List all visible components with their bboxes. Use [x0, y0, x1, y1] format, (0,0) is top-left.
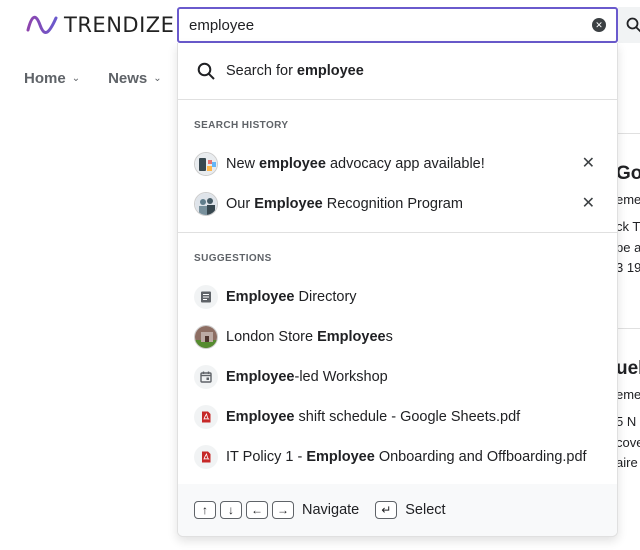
nav-item-home[interactable]: Home ⌄ — [24, 70, 80, 87]
suggestion-text-highlight: Employee — [226, 409, 295, 425]
suggestion-item[interactable]: Employee shift schedule - Google Sheets.… — [178, 397, 617, 437]
arrow-right-key-icon: → — [272, 501, 294, 519]
pdf-icon — [194, 405, 218, 429]
history-text-pre: New — [226, 156, 260, 172]
search-icon — [194, 59, 218, 83]
history-text-pre: Our — [226, 196, 255, 212]
search-for-prefix: Search for — [226, 63, 297, 79]
arrow-down-key-icon: ↓ — [220, 501, 242, 519]
nav-item-label: News — [108, 70, 148, 87]
chevron-down-icon: ⌄ — [71, 73, 81, 84]
suggestion-text-pre: IT Policy 1 - — [226, 449, 307, 465]
divider — [178, 99, 617, 100]
search-input[interactable] — [189, 16, 592, 34]
suggestion-text-post: Directory — [294, 289, 357, 305]
select-hint-label: Select — [405, 502, 446, 518]
suggestion-item[interactable]: Employee -led Workshop — [178, 357, 617, 397]
chevron-down-icon: ⌄ — [153, 73, 162, 84]
brand-logo[interactable]: TRENDIZE — [26, 11, 174, 39]
suggestion-text-post: Onboarding and Offboarding.pdf — [374, 449, 587, 465]
suggestion-text-post: -led Workshop — [294, 369, 388, 385]
avatar — [194, 152, 218, 176]
arrow-up-key-icon: ↑ — [194, 501, 216, 519]
nav-item-news[interactable]: News ⌄ — [108, 70, 162, 87]
article-text: eme — [616, 387, 640, 402]
history-item[interactable]: Our Employee Recognition Program ✕ — [178, 184, 617, 224]
navigate-hint-label: Navigate — [302, 502, 360, 518]
suggestion-text-highlight: Employee — [226, 369, 295, 385]
suggestion-text-highlight: Employee — [226, 289, 295, 305]
divider — [178, 232, 617, 233]
search-suggestions-dropdown: Search for employee SEARCH HISTORY New e… — [177, 43, 618, 537]
keyboard-hints-footer: ↑ ↓ ← → Navigate ↵ Select — [178, 484, 617, 536]
suggestion-text-pre: London Store — [226, 329, 318, 345]
suggestion-item[interactable]: IT Policy 1 - Employee Onboarding and Of… — [178, 437, 617, 477]
suggestion-text-post: s — [385, 329, 393, 345]
wave-logo-icon — [26, 15, 58, 34]
search-button[interactable] — [618, 7, 640, 43]
article-title[interactable]: uel — [616, 357, 640, 381]
history-text-post: Recognition Program — [322, 196, 463, 212]
search-box: ✕ — [177, 7, 618, 43]
article-text: aire — [616, 455, 638, 470]
history-text-highlight: employee — [259, 156, 326, 172]
arrow-left-key-icon: ← — [246, 501, 268, 519]
article-text: 3 19 — [616, 260, 640, 275]
main-nav: Home ⌄ News ⌄ — [24, 70, 162, 87]
history-item[interactable]: New employee advocacy app available! ✕ — [178, 144, 617, 184]
search-icon — [626, 17, 640, 33]
article-divider — [618, 328, 640, 329]
avatar — [194, 325, 218, 349]
search-for-term: employee — [296, 63, 364, 79]
suggestion-text-post: shift schedule - Google Sheets.pdf — [294, 409, 521, 425]
calendar-icon — [194, 365, 218, 389]
history-text-post: advocacy app available! — [325, 156, 485, 172]
article-title[interactable]: Go — [616, 162, 640, 186]
article-divider — [618, 133, 640, 134]
document-icon — [194, 285, 218, 309]
nav-item-label: Home — [24, 70, 66, 87]
enter-key-icon: ↵ — [375, 501, 398, 519]
search-for-item[interactable]: Search for employee — [178, 51, 617, 91]
pdf-icon — [194, 445, 218, 469]
history-text-highlight: Employee — [254, 196, 323, 212]
clear-search-icon[interactable]: ✕ — [592, 18, 606, 32]
remove-history-icon[interactable]: ✕ — [582, 196, 595, 212]
suggestion-item[interactable]: Employee Directory — [178, 277, 617, 317]
brand-name: TRENDIZE — [64, 13, 175, 37]
avatar — [194, 192, 218, 216]
suggestions-label: SUGGESTIONS — [194, 253, 272, 264]
search-history-label: SEARCH HISTORY — [194, 120, 289, 131]
article-text: eme — [616, 192, 640, 207]
suggestion-text-highlight: Employee — [306, 449, 375, 465]
suggestion-text-highlight: Employee — [317, 329, 386, 345]
suggestion-item[interactable]: London Store Employee s — [178, 317, 617, 357]
remove-history-icon[interactable]: ✕ — [582, 156, 595, 172]
